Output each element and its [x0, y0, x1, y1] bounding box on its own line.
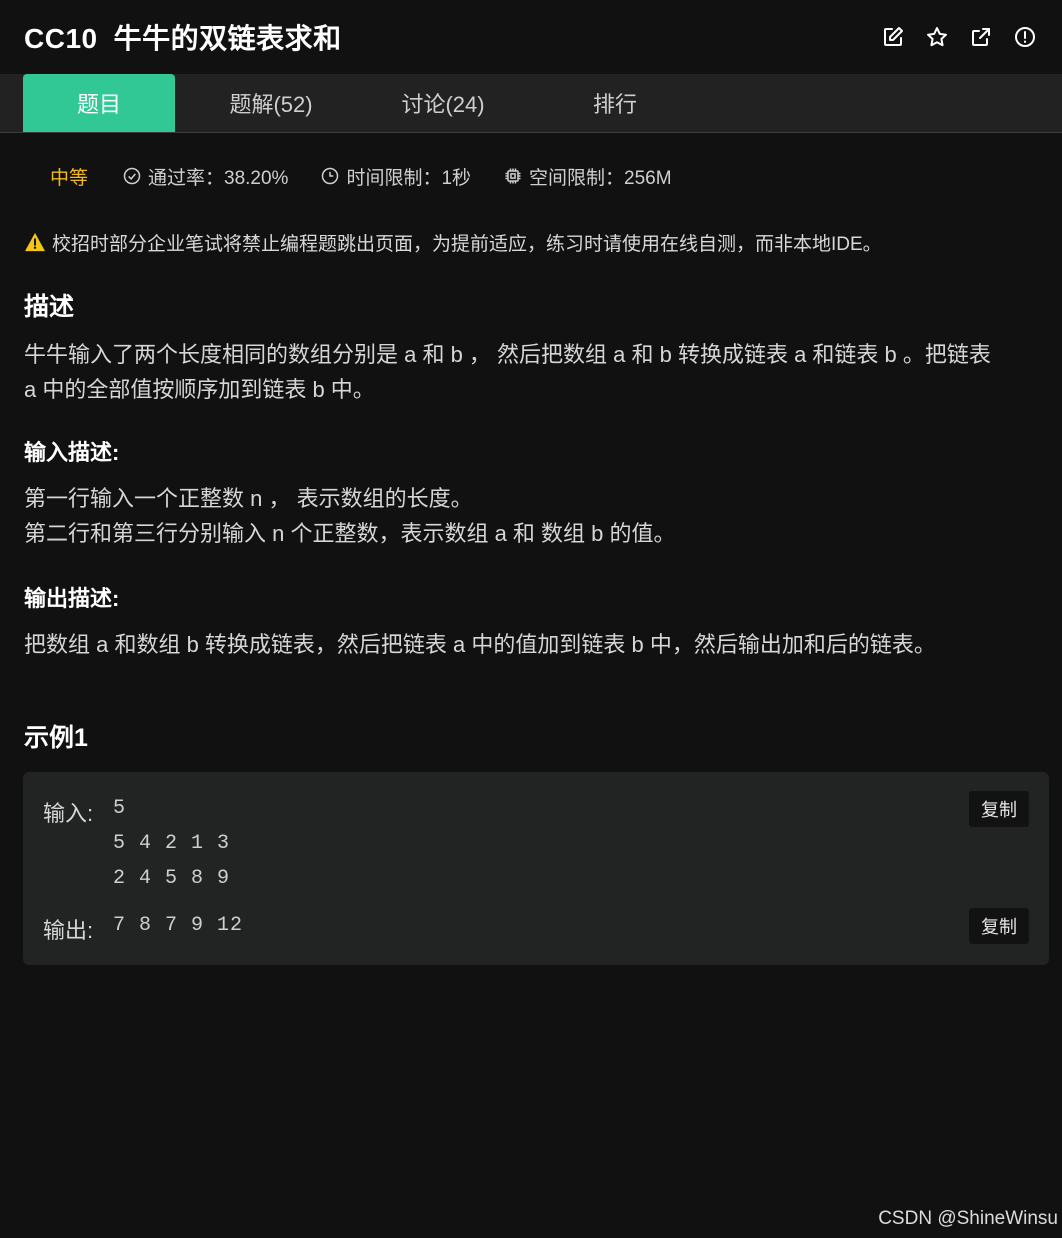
description-text: 牛牛输入了两个长度相同的数组分别是 a 和 b ， 然后把数组 a 和 b 转换…	[24, 337, 1038, 407]
example-input-label: 输入:	[43, 801, 94, 826]
time-limit: 时间限制：1秒	[320, 163, 471, 190]
example-input-line: 2 4 5 8 9	[113, 867, 231, 890]
notice-banner: 校招时部分企业笔试将禁止编程题跳出页面，为提前适应，练习时请使用在线自测，而非本…	[0, 227, 1062, 257]
input-desc-title: 输入描述:	[24, 440, 120, 465]
example-input-line: 5	[113, 797, 127, 820]
pass-rate: 通过率：38.20%	[122, 163, 288, 190]
tab-discussion[interactable]: 讨论(24)	[367, 74, 519, 132]
copy-output-button[interactable]: 复制	[969, 908, 1029, 944]
difficulty-badge: 中等	[50, 167, 89, 189]
clock-icon	[322, 167, 339, 185]
problem-id: CC10	[24, 23, 98, 54]
description-line: 牛牛输入了两个长度相同的数组分别是 a 和 b ， 然后把数组 a 和 b 转换…	[24, 342, 991, 367]
tab-ranking[interactable]: 排行	[539, 74, 691, 132]
problem-content: 描述 牛牛输入了两个长度相同的数组分别是 a 和 b ， 然后把数组 a 和 b…	[0, 287, 1062, 754]
time-limit-text: 时间限制：1秒	[346, 167, 472, 189]
chip-icon	[505, 168, 521, 184]
warning-icon	[25, 232, 45, 252]
problem-title: CC10 牛牛的双链表求和	[24, 17, 342, 57]
example-output-value: 7 8 7 9 12	[113, 914, 244, 937]
tab-problem[interactable]: 题目	[23, 74, 175, 132]
toolbar	[880, 24, 1038, 50]
page-header: CC10 牛牛的双链表求和	[0, 0, 1062, 74]
output-desc-title: 输出描述:	[24, 586, 120, 611]
space-limit-text: 空间限制：256M	[529, 167, 672, 189]
example-output-label: 输出:	[43, 918, 94, 943]
tab-bar: 题目 题解(52) 讨论(24) 排行	[0, 74, 1062, 133]
tab-solutions[interactable]: 题解(52)	[195, 74, 347, 132]
notice-text: 校招时部分企业笔试将禁止编程题跳出页面，为提前适应，练习时请使用在线自测，而非本…	[52, 233, 882, 255]
problem-meta: 中等 通过率：38.20% 时间限制：1秒 空间限制：256M	[0, 133, 1062, 219]
input-desc-text: 第一行输入一个正整数 n ， 表示数组的长度。 第二行和第三行分别输入 n 个正…	[24, 481, 1038, 551]
output-desc-line: 把数组 a 和数组 b 转换成链表，然后把链表 a 中的值加到链表 b 中，然后…	[24, 632, 936, 657]
example-input-line: 5 4 2 1 3	[113, 832, 231, 855]
info-icon[interactable]	[1012, 24, 1038, 50]
problem-name: 牛牛的双链表求和	[113, 23, 342, 54]
star-icon[interactable]	[924, 24, 950, 50]
copy-input-button[interactable]: 复制	[969, 791, 1029, 827]
check-circle-icon	[123, 167, 141, 185]
watermark: CSDN @ShineWinsu	[878, 1208, 1058, 1229]
example-title: 示例1	[24, 724, 88, 752]
output-desc-text: 把数组 a 和数组 b 转换成链表，然后把链表 a 中的值加到链表 b 中，然后…	[24, 627, 1038, 662]
edit-icon[interactable]	[880, 24, 906, 50]
description-line: a 中的全部值按顺序加到链表 b 中。	[24, 377, 375, 402]
pass-rate-text: 通过率：38.20%	[148, 167, 289, 189]
input-desc-line: 第一行输入一个正整数 n ， 表示数组的长度。	[24, 486, 473, 511]
external-link-icon[interactable]	[968, 24, 994, 50]
input-desc-line: 第二行和第三行分别输入 n 个正整数，表示数组 a 和 数组 b 的值。	[24, 521, 676, 546]
space-limit: 空间限制：256M	[503, 163, 672, 190]
description-title: 描述	[24, 293, 75, 321]
example-box: 输入: 5 5 4 2 1 3 2 4 5 8 9 复制 输出: 7 8 7 9…	[23, 772, 1049, 965]
